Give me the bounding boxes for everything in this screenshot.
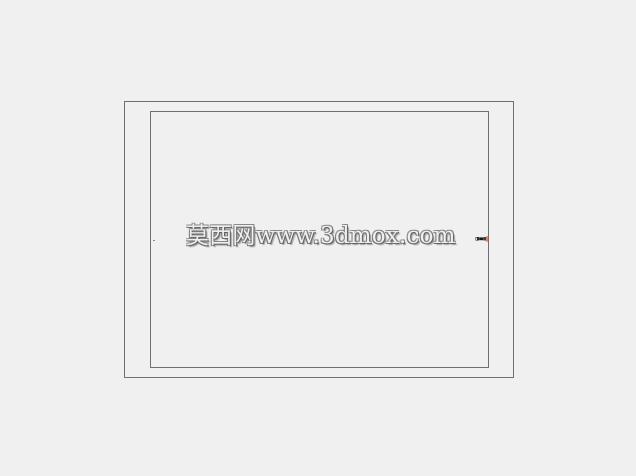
- watermark-text: 莫西网www.3dmox.com: [186, 223, 456, 249]
- small-marker-dot: [153, 240, 155, 241]
- canvas-stage: 莫西网www.3dmox.com: [0, 0, 636, 476]
- connector-handle-icon[interactable]: [475, 235, 489, 243]
